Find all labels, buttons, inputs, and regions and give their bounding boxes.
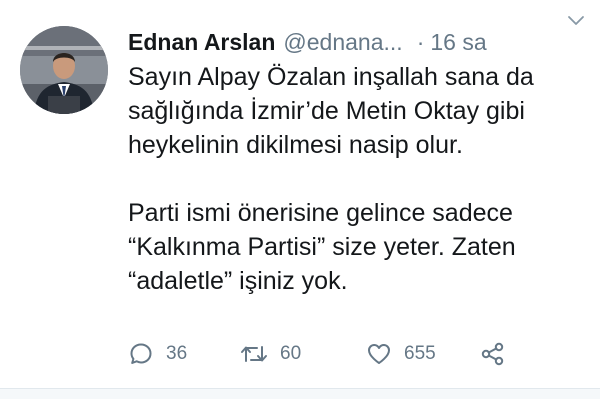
timeline-gap: [0, 389, 600, 399]
tweet[interactable]: Ednan Arslan @ednana... · 16 sa Sayın Al…: [0, 0, 600, 399]
more-options-chevron-down-icon[interactable]: [566, 10, 586, 30]
retweet-button[interactable]: 60: [240, 338, 301, 370]
reply-count: 36: [166, 343, 188, 364]
retweet-count: 60: [280, 343, 302, 364]
tweet-actions: 36 60 655: [128, 338, 548, 370]
reply-button[interactable]: 36: [128, 338, 187, 370]
like-button[interactable]: 655: [366, 338, 436, 370]
tweet-text-line: “Kalkınma Partisi” size yeter. Zaten: [128, 233, 516, 261]
tweet-text-line: sağlığında İzmir’de Metin Oktay gibi: [128, 97, 525, 125]
author-avatar[interactable]: [20, 26, 108, 114]
share-button[interactable]: [480, 338, 506, 370]
separator-dot: ·: [416, 28, 425, 55]
tweet-text-line: heykelinin dikilmesi nasip olur.: [128, 131, 463, 159]
share-icon: [481, 342, 504, 366]
tweet-text-line: Parti ismi önerisine gelince sadece: [128, 199, 513, 227]
user-avatar-icon: [20, 26, 108, 114]
tweet-text-line: Sayın Alpay Özalan inşallah sana da: [128, 63, 534, 91]
heart-icon: [368, 344, 390, 364]
tweet-timestamp[interactable]: 16 sa: [430, 29, 486, 56]
tweet-text-line: “adaletle” işiniz yok.: [128, 267, 348, 295]
author-name[interactable]: Ednan Arslan: [128, 29, 275, 56]
reply-icon: [130, 343, 152, 364]
like-count: 655: [404, 343, 436, 364]
tweet-header: Ednan Arslan @ednana... · 16 sa: [128, 22, 588, 62]
tweet-text: Sayın Alpay Özalan inşallah sana da sağl…: [128, 60, 590, 298]
retweet-icon: [241, 346, 267, 362]
author-handle[interactable]: @ednana...: [283, 29, 402, 56]
